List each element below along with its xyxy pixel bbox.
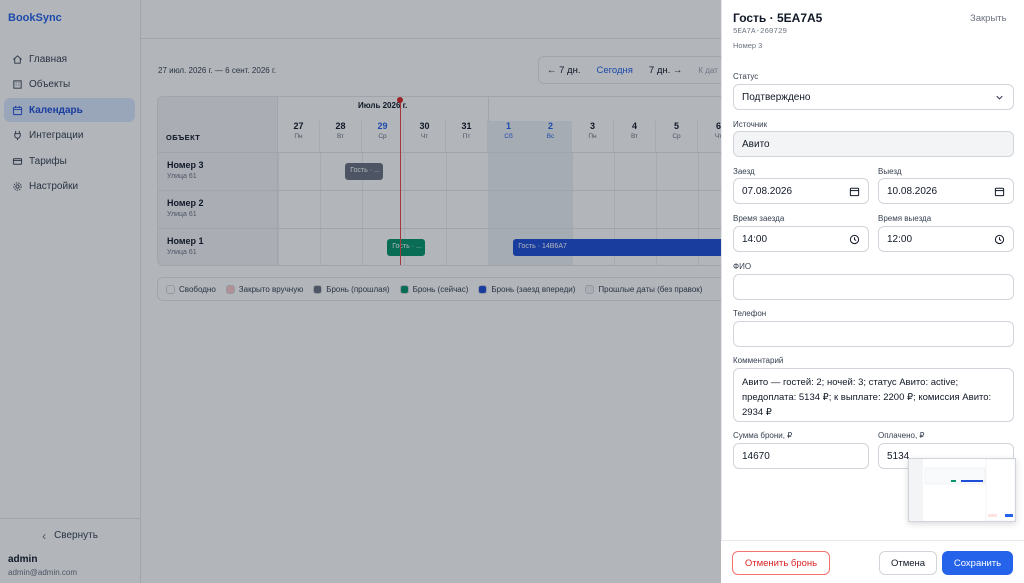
phone-label: Телефон [733, 309, 767, 318]
phone-input[interactable] [733, 321, 1014, 347]
source-field[interactable]: Авито [733, 131, 1014, 157]
sum-value: 14670 [742, 450, 770, 462]
save-button[interactable]: Сохранить [942, 551, 1013, 575]
sum-input[interactable]: 14670 [733, 443, 869, 469]
checkout-time-input[interactable]: 12:00 [878, 226, 1014, 252]
checkin-time-input[interactable]: 14:00 [733, 226, 869, 252]
checkin-value: 07.08.2026 [742, 185, 793, 197]
calendar-picker-icon[interactable] [849, 186, 860, 197]
checkin-time-value: 14:00 [742, 233, 768, 245]
checkout-label: Выезд [878, 167, 902, 176]
source-value: Авито [742, 138, 770, 150]
checkout-date-input[interactable]: 10.08.2026 [878, 178, 1014, 204]
checkin-date-input[interactable]: 07.08.2026 [733, 178, 869, 204]
screenshot-thumbnail[interactable] [908, 458, 1016, 522]
booking-code: 5EA7A-260729 [733, 28, 788, 36]
paid-label: Оплачено, ₽ [878, 431, 925, 440]
thumbnail-preview-icon [909, 458, 1016, 522]
fio-input[interactable] [733, 274, 1014, 300]
comment-textarea[interactable]: Авито — гостей: 2; ночей: 3; статус Авит… [733, 368, 1014, 422]
paid-value: 5134 [887, 450, 910, 462]
source-label: Источник [733, 120, 768, 129]
panel-footer: Отменить бронь Отмена Сохранить [721, 540, 1024, 583]
checkin-label: Заезд [733, 167, 755, 176]
close-button[interactable]: Закрыть [970, 13, 1007, 24]
status-value: Подтверждено [742, 91, 811, 103]
status-label: Статус [733, 72, 759, 81]
clock-icon[interactable] [994, 234, 1005, 245]
sum-label: Сумма брони, ₽ [733, 431, 793, 440]
checkout-time-value: 12:00 [887, 233, 913, 245]
cancel-booking-button[interactable]: Отменить бронь [732, 551, 830, 575]
calendar-picker-icon[interactable] [994, 186, 1005, 197]
clock-icon[interactable] [849, 234, 860, 245]
status-select[interactable]: Подтверждено [733, 84, 1014, 110]
comment-value: Авито — гостей: 2; ночей: 3; статус Авит… [742, 377, 992, 418]
checkout-time-label: Время выезда [878, 214, 932, 223]
fio-label: ФИО [733, 262, 752, 271]
checkin-time-label: Время заезда [733, 214, 785, 223]
comment-label: Комментарий [733, 356, 784, 365]
cancel-button[interactable]: Отмена [879, 551, 937, 575]
modal-backdrop[interactable] [0, 0, 721, 583]
panel-title: Гость · 5EA7A5 [733, 11, 823, 25]
chevron-down-icon [996, 95, 1003, 100]
booking-room: Номер 3 [733, 41, 763, 50]
checkout-value: 10.08.2026 [887, 185, 938, 197]
